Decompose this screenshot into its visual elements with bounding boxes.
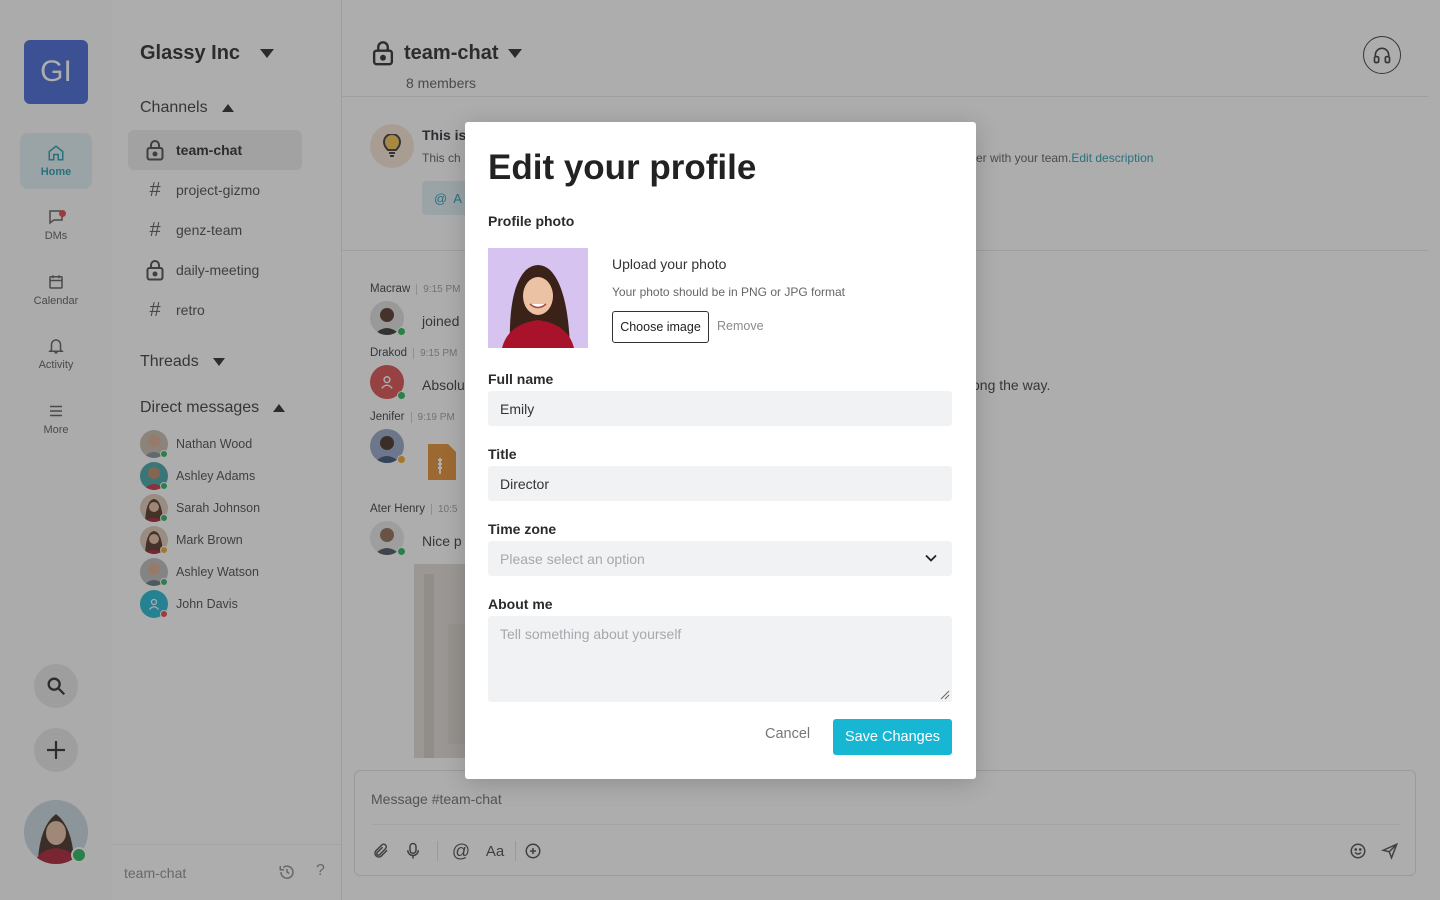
save-changes-button[interactable]: Save Changes	[833, 719, 952, 755]
title-input[interactable]: Director	[488, 466, 952, 501]
profile-photo	[488, 248, 588, 348]
title-label: Title	[488, 446, 517, 462]
remove-photo-button[interactable]: Remove	[717, 319, 764, 333]
resize-grip-icon[interactable]	[940, 690, 950, 700]
timezone-label: Time zone	[488, 521, 557, 537]
timezone-select[interactable]: Please select an option	[488, 541, 952, 576]
about-textarea[interactable]: Tell something about yourself	[488, 616, 952, 702]
full-name-input[interactable]: Emily	[488, 391, 952, 426]
choose-image-button[interactable]: Choose image	[612, 311, 709, 343]
dialog-title: Edit your profile	[488, 148, 757, 187]
upload-title: Upload your photo	[612, 256, 727, 272]
profile-photo-label: Profile photo	[488, 213, 575, 229]
app: GI Home DMs Calendar Activity More Glass…	[0, 0, 1440, 900]
full-name-label: Full name	[488, 371, 554, 387]
chevron-down-icon	[925, 554, 937, 562]
cancel-button[interactable]: Cancel	[765, 726, 810, 742]
about-label: About me	[488, 596, 553, 612]
timezone-placeholder: Please select an option	[500, 550, 645, 567]
about-placeholder: Tell something about yourself	[500, 626, 682, 642]
edit-profile-dialog: Edit your profile Profile photo Upload y…	[465, 122, 976, 779]
upload-hint: Your photo should be in PNG or JPG forma…	[612, 285, 846, 299]
